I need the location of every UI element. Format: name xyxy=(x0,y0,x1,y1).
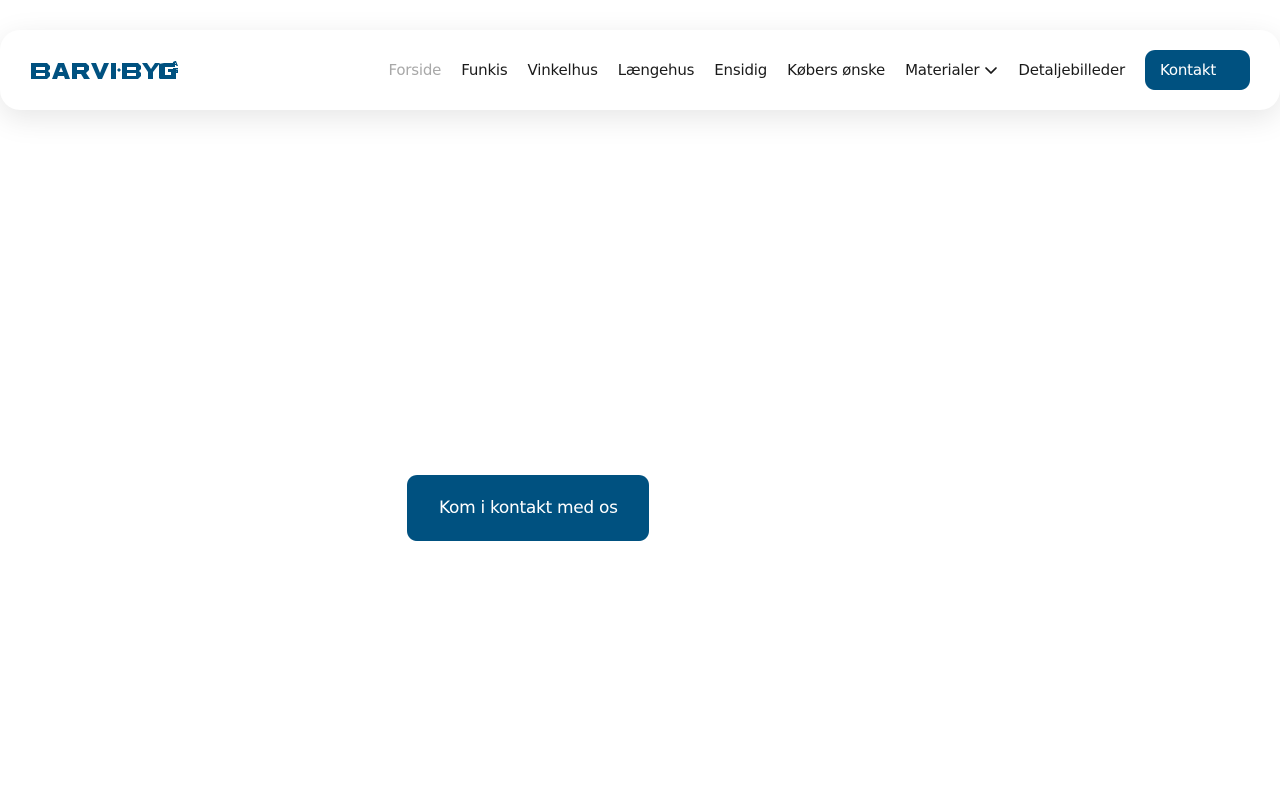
barvi-byg-logo-icon xyxy=(31,61,178,79)
main-nav: Forside Funkis Vinkelhus Længehus Ensidi… xyxy=(388,50,1250,90)
nav-item-laengehus[interactable]: Længehus xyxy=(618,61,695,79)
brand-logo[interactable] xyxy=(30,60,180,82)
contact-us-cta-button[interactable]: Kom i kontakt med os xyxy=(407,475,649,541)
nav-item-ensidig[interactable]: Ensidig xyxy=(714,61,767,79)
nav-item-vinkelhus[interactable]: Vinkelhus xyxy=(528,61,598,79)
nav-item-detaljebilleder[interactable]: Detaljebilleder xyxy=(1018,61,1125,79)
chevron-down-icon xyxy=(985,67,998,74)
nav-item-forside[interactable]: Forside xyxy=(388,61,441,79)
site-header: Forside Funkis Vinkelhus Længehus Ensidi… xyxy=(0,30,1280,110)
nav-item-funkis[interactable]: Funkis xyxy=(461,61,507,79)
nav-item-materialer[interactable]: Materialer xyxy=(905,61,998,79)
contact-button[interactable]: Kontakt xyxy=(1145,50,1250,90)
nav-item-kobers-onske[interactable]: Købers ønske xyxy=(787,61,885,79)
nav-item-materialer-label: Materialer xyxy=(905,61,980,79)
